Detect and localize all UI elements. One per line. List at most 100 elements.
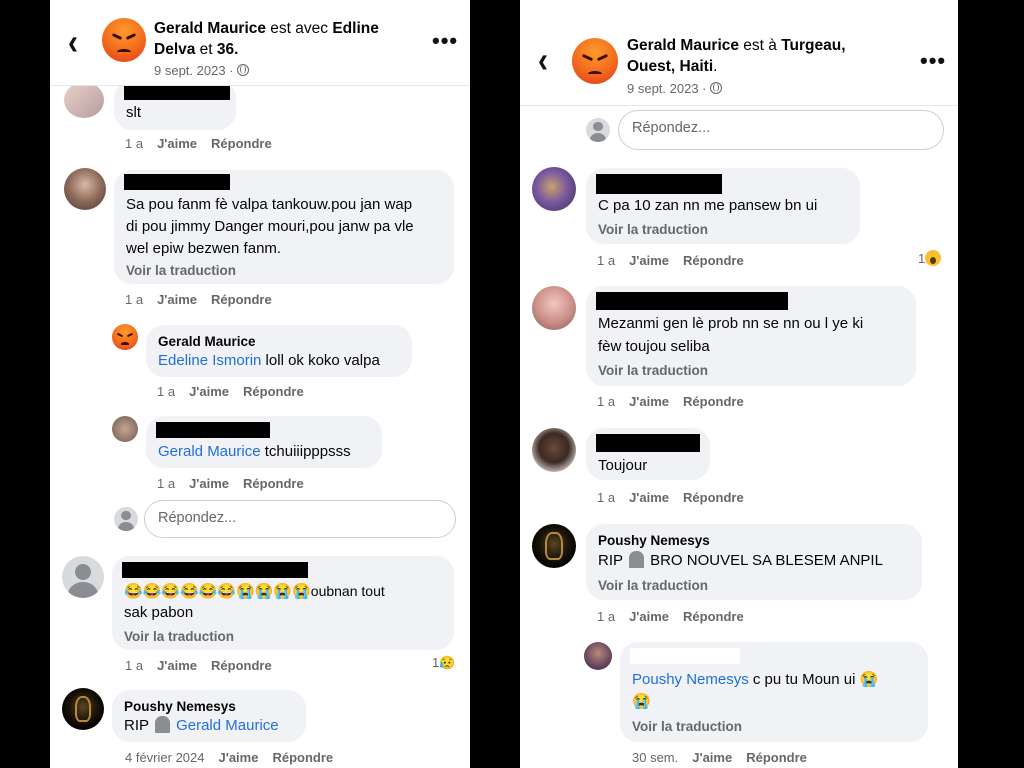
reaction-number: 1: [918, 251, 926, 266]
reaction-count[interactable]: 1: [918, 250, 942, 266]
chevron-left-icon[interactable]: ‹: [68, 24, 78, 60]
see-translation-link[interactable]: Voir la traduction: [598, 578, 708, 593]
reply-button[interactable]: Répondre: [746, 750, 807, 765]
commenter-avatar[interactable]: [64, 168, 106, 210]
comment-actions: 1 a J'aime Répondre: [597, 394, 744, 409]
comment-text-line: fèw toujou seliba: [598, 338, 710, 355]
see-translation-link[interactable]: Voir la traduction: [126, 263, 236, 278]
header-dot: .: [713, 58, 718, 75]
header-and: et: [195, 41, 217, 58]
reply-button[interactable]: Répondre: [683, 253, 744, 268]
redacted-name: [596, 174, 722, 194]
reply-input[interactable]: Répondez...: [144, 500, 456, 538]
commenter-avatar[interactable]: [532, 167, 576, 211]
reaction-count[interactable]: 1😥: [432, 655, 455, 671]
like-button[interactable]: J'aime: [629, 253, 669, 268]
commenter-avatar[interactable]: [532, 428, 576, 472]
see-translation-link[interactable]: Voir la traduction: [124, 629, 234, 644]
commenter-avatar[interactable]: [62, 688, 104, 730]
reply-button[interactable]: Répondre: [243, 476, 304, 491]
reply-button[interactable]: Répondre: [272, 750, 333, 765]
reply-button[interactable]: Répondre: [211, 658, 272, 673]
place-link[interactable]: Turgeau,: [781, 37, 845, 54]
angry-face-icon[interactable]: [102, 18, 146, 62]
author-link[interactable]: Gerald Maurice: [154, 20, 266, 37]
chevron-left-icon[interactable]: ‹: [538, 42, 548, 78]
reply-bubble: Gerald Maurice tchuiiipppsss: [146, 416, 382, 468]
angry-face-icon[interactable]: [572, 38, 618, 84]
mention-link[interactable]: Poushy Nemesys: [632, 671, 749, 688]
more-options-icon[interactable]: •••: [432, 30, 458, 52]
place-link-line2[interactable]: Ouest, Haiti: [627, 58, 713, 75]
post-date: 9 sept. 2023 ·: [154, 63, 249, 78]
comment-actions: 1 a J'aime Répondre: [157, 476, 304, 491]
mention-link[interactable]: Gerald Maurice: [158, 443, 261, 460]
reply-button[interactable]: Répondre: [211, 136, 272, 151]
like-button[interactable]: J'aime: [692, 750, 732, 765]
reply-text: Edeline Ismorin loll ok koko valpa: [158, 350, 380, 372]
see-translation-link[interactable]: Voir la traduction: [598, 363, 708, 378]
sad-reaction-icon: 😥: [439, 655, 456, 670]
commenter-name[interactable]: Poushy Nemesys: [124, 699, 236, 714]
comment-bubble: Poushy Nemesys RIP Gerald Maurice: [112, 690, 306, 742]
commenter-avatar[interactable]: [532, 524, 576, 568]
like-button[interactable]: J'aime: [157, 292, 197, 307]
reply-input[interactable]: Répondez...: [618, 110, 944, 150]
commenter-name[interactable]: Gerald Maurice: [158, 334, 256, 349]
comment-text-line: wel epiw bezwen fanm.: [126, 240, 282, 257]
like-button[interactable]: J'aime: [157, 658, 197, 673]
comment-body: BRO NOUVEL SA BLESEM ANPIL: [645, 552, 883, 569]
like-button[interactable]: J'aime: [629, 609, 669, 624]
others-link[interactable]: 36.: [217, 41, 239, 58]
globe-icon: [709, 82, 722, 94]
reply-button[interactable]: Répondre: [683, 394, 744, 409]
comment-time: 1 a: [597, 490, 616, 505]
tagged-link[interactable]: Edline: [332, 20, 379, 37]
comment-text-line: sak pabon: [124, 604, 194, 621]
comment-time: 1 a: [125, 658, 144, 673]
commenter-name[interactable]: Poushy Nemesys: [598, 533, 710, 548]
comment-actions: 1 a J'aime Répondre: [125, 658, 272, 673]
more-options-icon[interactable]: •••: [920, 50, 946, 72]
reply-placeholder: Répondez...: [632, 120, 711, 136]
mention-link[interactable]: Gerald Maurice: [176, 717, 279, 734]
comment-actions: 30 sem. J'aime Répondre: [632, 750, 807, 765]
reply-text-line: 😭: [632, 693, 651, 710]
comment-actions: 1 a J'aime Répondre: [125, 136, 272, 151]
tagged-link-line2[interactable]: Delva: [154, 41, 195, 58]
like-button[interactable]: J'aime: [157, 136, 197, 151]
reply-button[interactable]: Répondre: [243, 384, 304, 399]
reply-button[interactable]: Répondre: [683, 609, 744, 624]
comment-text-line: Mezanmi gen lè prob nn se nn ou l ye ki: [598, 315, 864, 332]
comment-bubble: Sa pou fanm fè valpa tankouw.pou jan wap…: [114, 170, 454, 284]
comment-text: 😂😂😂😂😂😂😭😭😭😭oubnan tout: [124, 580, 385, 603]
reply-button[interactable]: Répondre: [683, 490, 744, 505]
commenter-avatar[interactable]: [64, 82, 104, 118]
mention-link[interactable]: Edeline Ismorin: [158, 352, 261, 369]
comment-time: 1 a: [597, 394, 616, 409]
commenter-avatar[interactable]: [532, 286, 576, 330]
like-button[interactable]: J'aime: [629, 490, 669, 505]
like-button[interactable]: J'aime: [219, 750, 259, 765]
comment-text: RIP Gerald Maurice: [124, 715, 279, 737]
comment-bubble: Poushy Nemesys RIP BRO NOUVEL SA BLESEM …: [586, 524, 922, 600]
angry-face-avatar[interactable]: [112, 324, 138, 350]
commenter-avatar[interactable]: [62, 556, 104, 598]
like-button[interactable]: J'aime: [189, 476, 229, 491]
comment-actions: 1 a J'aime Répondre: [157, 384, 304, 399]
like-button[interactable]: J'aime: [189, 384, 229, 399]
right-post-screenshot: ‹ Gerald Maurice est à Turgeau, Ouest, H…: [520, 0, 958, 768]
reply-text: Gerald Maurice tchuiiipppsss: [158, 441, 351, 463]
see-translation-link[interactable]: Voir la traduction: [632, 719, 742, 734]
commenter-avatar[interactable]: [112, 416, 138, 442]
see-translation-link[interactable]: Voir la traduction: [598, 222, 708, 237]
comment-text: Toujour: [598, 457, 648, 474]
like-button[interactable]: J'aime: [629, 394, 669, 409]
rip-text: RIP: [598, 552, 623, 569]
reply-button[interactable]: Répondre: [211, 292, 272, 307]
author-link[interactable]: Gerald Maurice: [627, 37, 739, 54]
reply-text: Poushy Nemesys c pu tu Moun ui 😭: [632, 669, 878, 691]
comment-actions: 1 a J'aime Répondre: [597, 490, 744, 505]
commenter-avatar[interactable]: [584, 642, 612, 670]
comment-text: slt: [126, 104, 141, 121]
